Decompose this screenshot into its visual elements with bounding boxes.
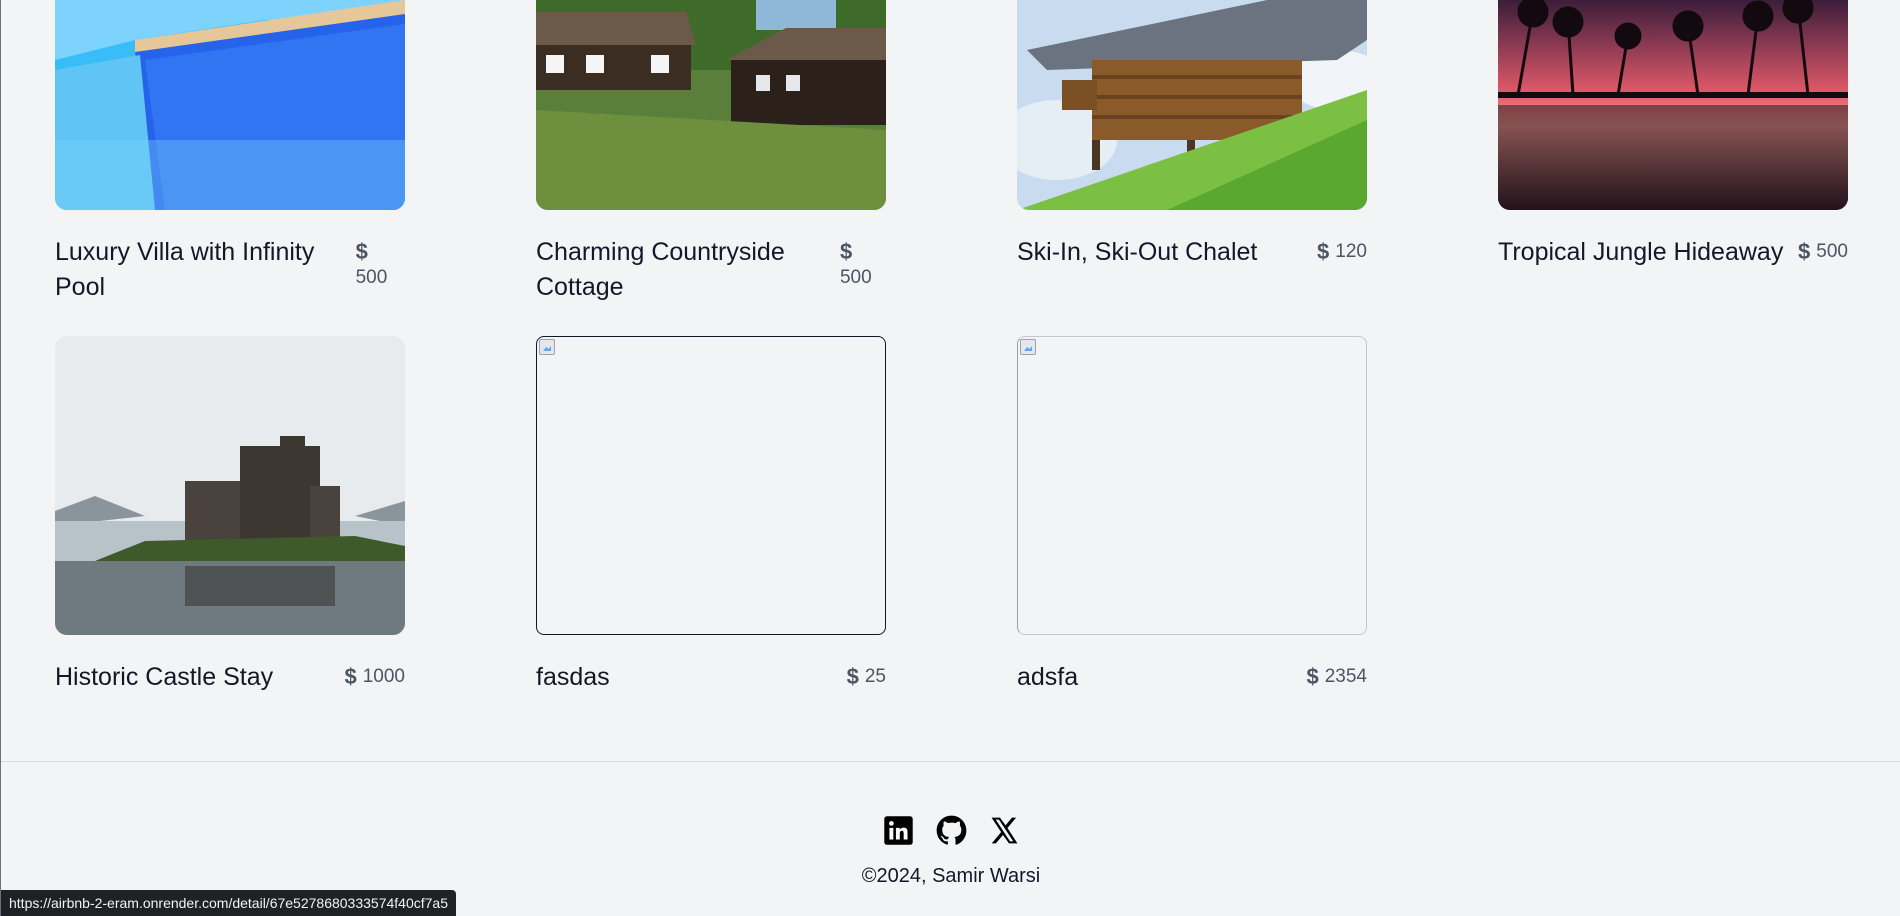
listing-title: Luxury Villa with Infinity Pool — [55, 238, 315, 301]
listing-image[interactable] — [55, 0, 405, 210]
price-value: 2354 — [1324, 666, 1367, 687]
dollar-icon: $ — [344, 664, 357, 689]
dollar-icon: $ — [846, 664, 859, 689]
listing-image[interactable] — [1017, 336, 1367, 635]
listings-grid: Luxury Villa with Infinity Pool $ 500 Ch… — [55, 0, 1848, 695]
listing-price: $ 2354 — [1306, 666, 1367, 688]
page: Luxury Villa with Infinity Pool $ 500 Ch… — [0, 0, 1900, 916]
listing-card[interactable]: Luxury Villa with Infinity Pool $ 500 — [55, 0, 405, 305]
price-value: 500 — [1816, 241, 1848, 262]
castle-photo — [55, 336, 405, 635]
status-bar-url: https://airbnb-2-eram.onrender.com/detai… — [1, 890, 456, 916]
listing-price: $ 500 — [1798, 241, 1848, 263]
broken-image-icon — [1020, 339, 1036, 355]
social-links — [1, 815, 1900, 846]
listing-card[interactable]: Ski-In, Ski-Out Chalet $ 120 — [1017, 0, 1367, 305]
price-value: 120 — [1335, 241, 1367, 262]
dollar-icon: $ — [355, 239, 368, 264]
listing-title: Tropical Jungle Hideaway — [1498, 238, 1784, 266]
listing-price: $ 120 — [1317, 241, 1367, 263]
listing-card[interactable]: fasdas $ 25 — [536, 336, 886, 695]
footer-divider — [1, 761, 1900, 762]
broken-image-icon — [539, 339, 555, 355]
linkedin-icon[interactable] — [883, 815, 914, 846]
cottage-photo — [536, 0, 886, 210]
dollar-icon: $ — [1306, 664, 1319, 689]
dollar-icon: $ — [839, 239, 853, 264]
listing-title: Charming Countryside Cottage — [536, 238, 785, 301]
x-icon[interactable] — [989, 815, 1020, 846]
listing-image[interactable] — [1498, 0, 1848, 210]
listing-price: $ 500 — [356, 241, 405, 289]
listing-price: $ 500 — [840, 241, 886, 289]
listing-image[interactable] — [1017, 0, 1367, 210]
price-value: 1000 — [362, 666, 405, 687]
listing-image[interactable] — [55, 336, 405, 635]
copyright-text: ©2024, Samir Warsi — [861, 865, 1041, 887]
listing-card[interactable]: Tropical Jungle Hideaway $ 500 — [1498, 0, 1848, 305]
listing-image[interactable] — [536, 0, 886, 210]
listing-title: Ski-In, Ski-Out Chalet — [1017, 238, 1258, 266]
listing-price: $ 1000 — [344, 666, 405, 688]
dollar-icon: $ — [1798, 239, 1811, 264]
price-value: 25 — [864, 666, 886, 687]
listing-card[interactable]: Historic Castle Stay $ 1000 — [55, 336, 405, 695]
chalet-photo — [1017, 0, 1367, 210]
listing-card[interactable]: Charming Countryside Cottage $ 500 — [536, 0, 886, 305]
price-value: 500 — [355, 267, 388, 288]
listing-title: adsfa — [1017, 663, 1079, 691]
listing-image[interactable] — [536, 336, 886, 635]
pool-photo — [55, 0, 405, 210]
listing-card[interactable]: adsfa $ 2354 — [1017, 336, 1367, 695]
tropical-sunset-photo — [1498, 0, 1848, 210]
dollar-icon: $ — [1317, 239, 1330, 264]
listing-title: Historic Castle Stay — [55, 663, 274, 691]
listing-title: fasdas — [536, 663, 610, 691]
listing-price: $ 25 — [847, 666, 886, 688]
github-icon[interactable] — [936, 815, 967, 846]
price-value: 500 — [839, 267, 872, 288]
